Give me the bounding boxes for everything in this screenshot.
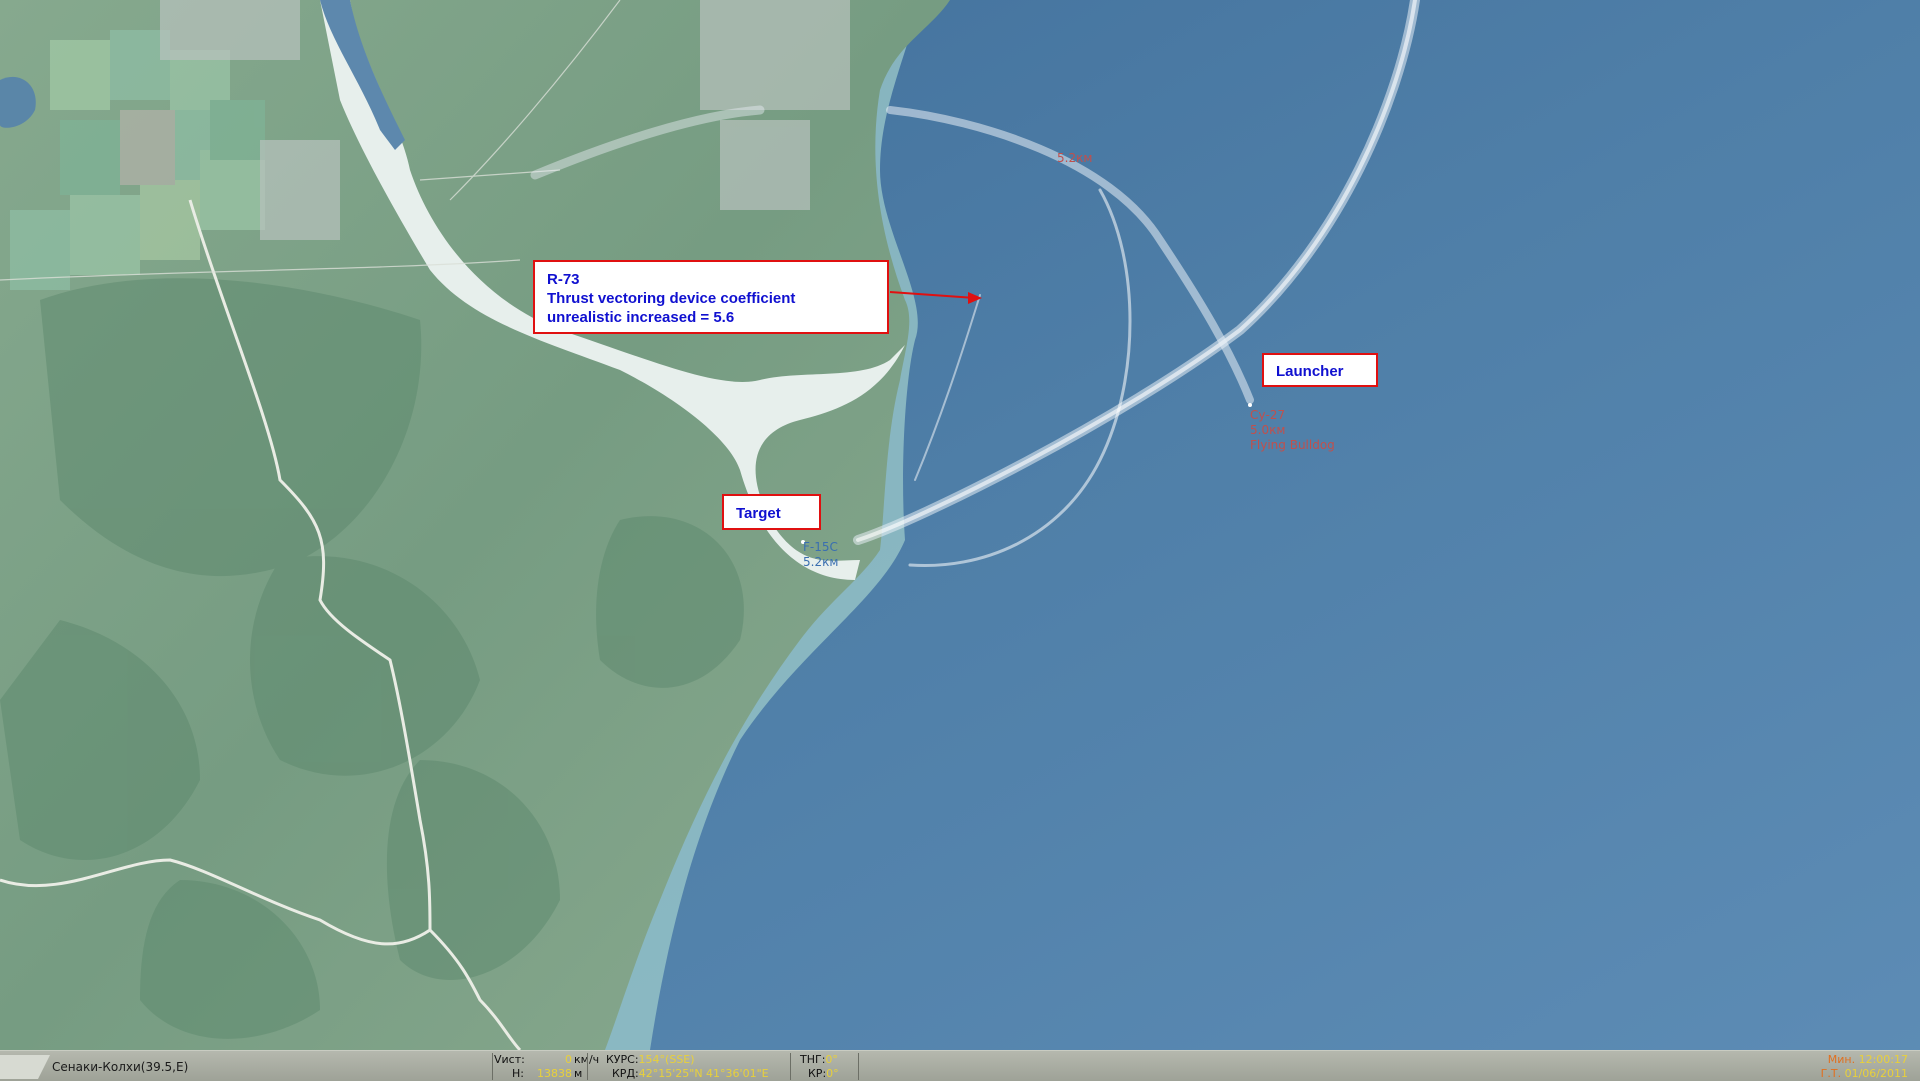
missile-name: R-73 bbox=[547, 271, 580, 288]
date-value: 01/06/2011 bbox=[1844, 1067, 1908, 1080]
roll-value: 0° bbox=[826, 1067, 839, 1080]
pitch-value: 0° bbox=[825, 1053, 838, 1066]
launcher-callout-label: Launcher bbox=[1276, 363, 1344, 380]
roll-label: КР: bbox=[808, 1067, 827, 1080]
launcher-marker[interactable] bbox=[1248, 403, 1252, 407]
target-unit-label[interactable]: F-15C 5.2км bbox=[803, 540, 838, 570]
launcher-unit-label[interactable]: Су-27 5.0км Flying Bulldog bbox=[1250, 408, 1335, 453]
missile-note-line2: unrealistic increased = 5.6 bbox=[547, 309, 735, 326]
speed-label: Vист: bbox=[494, 1053, 525, 1066]
pitch-label: ТНГ: bbox=[800, 1053, 826, 1066]
launcher-range: 5.0км bbox=[1250, 423, 1286, 437]
trail-range-label: 5.2км bbox=[1057, 151, 1093, 165]
date-label: Г.Т. bbox=[1820, 1067, 1842, 1080]
target-callout-label: Target bbox=[736, 505, 781, 522]
target-type: F-15C bbox=[803, 540, 838, 554]
launcher-callsign: Flying Bulldog bbox=[1250, 438, 1335, 452]
map-view[interactable] bbox=[0, 0, 1920, 1080]
coordinates-label: КРД: bbox=[612, 1067, 639, 1080]
airfield-name: Сенаки-Колхи(39.5,E) bbox=[52, 1060, 189, 1074]
target-callout: Target bbox=[722, 494, 821, 530]
altitude-value: 13838 bbox=[537, 1067, 572, 1080]
bookmark-icon[interactable] bbox=[0, 1051, 50, 1081]
coordinates-value: 42°15'25"N 41°36'01"E bbox=[638, 1067, 769, 1080]
launcher-type: Су-27 bbox=[1250, 408, 1286, 422]
time-label: Мин. bbox=[1827, 1053, 1856, 1066]
target-range: 5.2км bbox=[803, 555, 839, 569]
speed-value: 0 bbox=[565, 1053, 572, 1066]
status-bar: Сенаки-Колхи(39.5,E) Vист: 0 км/ч H: 138… bbox=[0, 1050, 1920, 1081]
launcher-callout: Launcher bbox=[1262, 353, 1378, 387]
altitude-unit: м bbox=[574, 1067, 583, 1080]
missile-callout: R-73 Thrust vectoring device coefficient… bbox=[533, 260, 889, 334]
time-value: 12:00:17 bbox=[1858, 1053, 1908, 1066]
altitude-label: H: bbox=[512, 1067, 524, 1080]
course-label: КУРС: bbox=[606, 1053, 639, 1066]
missile-note-line1: Thrust vectoring device coefficient bbox=[547, 290, 796, 307]
course-value: 154°(SSE) bbox=[638, 1053, 695, 1066]
